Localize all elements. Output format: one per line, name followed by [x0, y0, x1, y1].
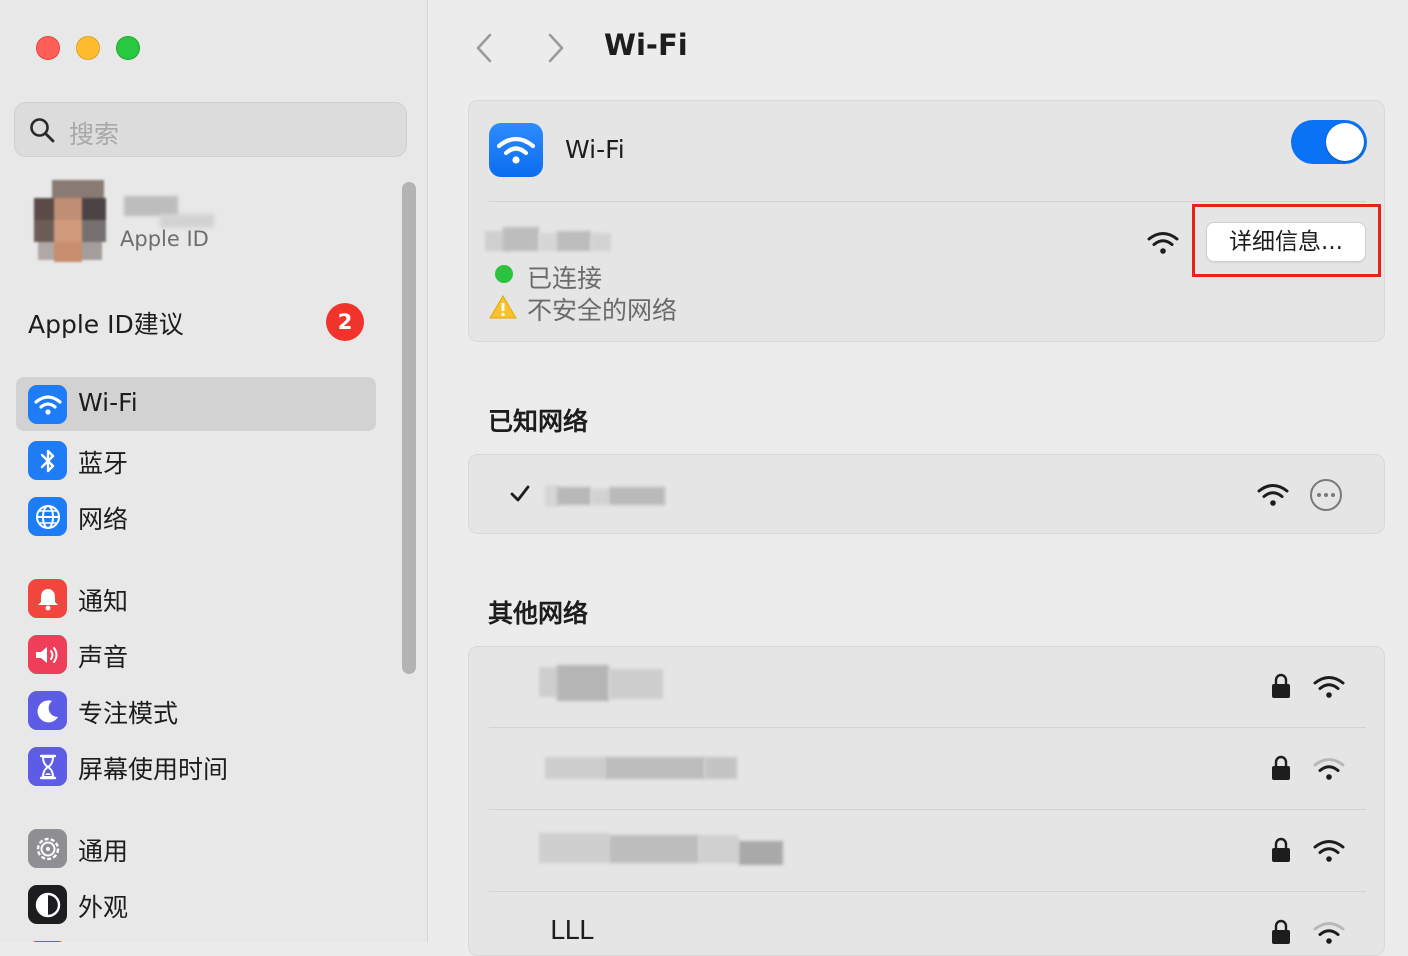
wifi-icon: [489, 123, 543, 177]
sidebar-item-partial[interactable]: [16, 933, 376, 942]
network-name-redacted: [605, 757, 705, 779]
wifi-signal-medium-icon: [1313, 921, 1345, 949]
known-networks-title: 已知网络: [488, 407, 589, 436]
insecure-network-warning: 不安全的网络: [527, 296, 678, 325]
zoom-window-button[interactable]: [116, 36, 140, 60]
known-network-name-redacted: [591, 489, 609, 505]
account-subtitle: Apple ID: [120, 227, 209, 251]
known-network-name-redacted: [609, 487, 665, 505]
known-networks-card: [468, 454, 1385, 534]
sidebar-item-label: 网络: [78, 505, 129, 534]
divider: [489, 891, 1366, 892]
apple-id-suggestions[interactable]: Apple ID建议: [28, 305, 184, 341]
network-name-redacted: [503, 227, 539, 251]
other-networks-title: 其他网络: [488, 599, 589, 628]
wifi-signal-medium-icon: [1313, 757, 1345, 785]
sidebar-item-label: 通知: [78, 587, 129, 616]
sidebar-item-notifications[interactable]: 通知: [16, 571, 376, 625]
network-name-redacted: [539, 233, 559, 251]
connected-status: 已连接: [527, 264, 603, 293]
network-name-redacted: [557, 665, 609, 701]
network-name-redacted: [705, 757, 737, 779]
connected-status-dot: [495, 265, 513, 283]
network-name-redacted: [539, 667, 559, 697]
sidebar-item-bluetooth[interactable]: 蓝牙: [16, 433, 376, 487]
network-name-redacted: [591, 233, 611, 251]
main-pane: Wi-Fi Wi-Fi 已连接 不安全的网络 详细信息... 已知网络 其他网络…: [428, 0, 1408, 956]
network-name-redacted: [539, 833, 609, 863]
sidebar-item-screen-time[interactable]: 屏幕使用时间: [16, 739, 376, 793]
network-name-redacted: [609, 669, 663, 699]
appearance-icon: [28, 885, 67, 924]
other-networks-card: [468, 646, 1385, 956]
wifi-toggle[interactable]: [1291, 120, 1367, 164]
network-name-redacted: [545, 757, 605, 779]
close-window-button[interactable]: [36, 36, 60, 60]
sidebar-item-label: 外观: [78, 893, 129, 922]
lock-icon: [1271, 919, 1291, 949]
sidebar-item-label: 专注模式: [78, 699, 179, 728]
divider: [489, 727, 1366, 728]
sidebar-item-focus[interactable]: 专注模式: [16, 683, 376, 737]
sidebar-item-label: Wi-Fi: [78, 388, 138, 417]
sidebar-scrollbar[interactable]: [402, 182, 416, 674]
speaker-icon: [28, 635, 67, 674]
more-options-icon[interactable]: [1309, 478, 1343, 516]
lock-icon: [1271, 673, 1291, 703]
wifi-signal-icon: [1147, 231, 1179, 259]
moon-icon: [28, 691, 67, 730]
bell-icon: [28, 579, 67, 618]
search-icon: [29, 117, 55, 147]
sidebar-item-sound[interactable]: 声音: [16, 627, 376, 681]
divider: [489, 201, 1366, 202]
lock-icon: [1271, 755, 1291, 785]
network-name-redacted: [557, 231, 591, 251]
page-title: Wi-Fi: [604, 28, 688, 62]
minimize-window-button[interactable]: [76, 36, 100, 60]
search-input[interactable]: 搜索: [14, 102, 407, 157]
account-name-redacted: [124, 196, 178, 216]
known-network-name-redacted: [557, 487, 591, 505]
wifi-signal-icon: [1257, 483, 1289, 511]
forward-chevron-icon[interactable]: [544, 32, 568, 68]
sidebar-item-label: 声音: [78, 643, 129, 672]
sidebar-item-label: 蓝牙: [78, 449, 129, 478]
globe-icon: [28, 497, 67, 536]
wifi-signal-icon: [1313, 839, 1345, 867]
checkmark-icon: [509, 483, 531, 509]
hourglass-icon: [28, 747, 67, 786]
back-chevron-icon[interactable]: [472, 32, 496, 68]
lock-icon: [1271, 837, 1291, 867]
network-name-redacted: [699, 835, 739, 863]
bluetooth-icon: [28, 441, 67, 480]
gear-icon: [28, 829, 67, 868]
sidebar-item-appearance[interactable]: 外观: [16, 877, 376, 931]
network-name-redacted: [609, 835, 699, 863]
sidebar-item-label: 通用: [78, 837, 129, 866]
sidebar-item-label: 屏幕使用时间: [78, 755, 229, 784]
search-placeholder: 搜索: [69, 120, 120, 149]
highlight-annotation: [1192, 204, 1381, 277]
wifi-label: Wi-Fi: [565, 135, 625, 164]
wifi-signal-icon: [1313, 675, 1345, 703]
sidebar-item-network[interactable]: 网络: [16, 489, 376, 543]
wifi-icon: [28, 385, 67, 424]
network-name-redacted: [739, 841, 783, 865]
warning-icon: [489, 294, 517, 324]
suggestions-count-badge: 2: [326, 303, 364, 341]
avatar[interactable]: [18, 178, 110, 264]
sidebar: 搜索 Apple ID Apple ID建议 2 Wi-Fi 蓝牙 网络 通知 …: [0, 0, 428, 942]
toggle-knob: [1326, 123, 1364, 161]
sidebar-item-wifi[interactable]: Wi-Fi: [16, 377, 376, 431]
account-name-redacted-2: [160, 214, 214, 228]
sidebar-item-general[interactable]: 通用: [16, 821, 376, 875]
divider: [489, 809, 1366, 810]
